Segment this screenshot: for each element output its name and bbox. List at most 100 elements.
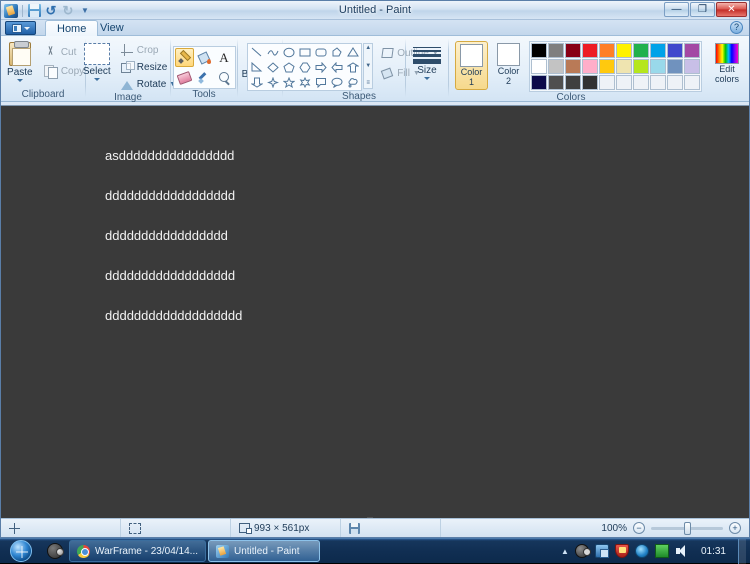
color-swatch-1-2[interactable]: [565, 59, 581, 74]
chevron-down-icon[interactable]: [94, 78, 100, 81]
color-swatch-1-7[interactable]: [650, 59, 666, 74]
shape-right-triangle-icon[interactable]: [249, 60, 264, 74]
tool-fill[interactable]: [195, 48, 214, 67]
rotate-button[interactable]: Rotate ▼: [119, 76, 178, 92]
tool-color-picker[interactable]: [195, 68, 214, 87]
maximize-button[interactable]: ❐: [690, 2, 715, 17]
tool-pencil[interactable]: [175, 48, 194, 67]
shape-hexagon-icon[interactable]: [297, 60, 312, 74]
color-1-button[interactable]: Color 1: [455, 41, 488, 90]
color-swatch-0-3[interactable]: [582, 43, 598, 58]
shape-six-point-star-icon[interactable]: [297, 75, 312, 89]
quick-access-toolbar[interactable]: ↺ ↻ ▼: [3, 2, 93, 19]
edit-colors-button[interactable]: Edit colors: [711, 41, 743, 86]
color-swatch-1-8[interactable]: [667, 59, 683, 74]
redo-icon[interactable]: ↻: [60, 3, 76, 19]
show-desktop-button[interactable]: [738, 539, 746, 564]
show-hidden-icons-caret-icon[interactable]: ▲: [561, 547, 569, 556]
color-swatch-0-4[interactable]: [599, 43, 615, 58]
taskbar-item-warframe[interactable]: WarFrame - 23/04/14...: [69, 540, 206, 562]
shape-up-arrow-icon[interactable]: [345, 60, 360, 74]
shape-pentagon-icon[interactable]: [281, 60, 296, 74]
shape-left-arrow-icon[interactable]: [329, 60, 344, 74]
color-swatch-0-2[interactable]: [565, 43, 581, 58]
shape-oval-icon[interactable]: [281, 45, 296, 59]
color-swatch-2-6[interactable]: [633, 75, 649, 90]
color-swatch-0-0[interactable]: [531, 43, 547, 58]
resize-button[interactable]: Resize: [119, 59, 178, 75]
undo-icon[interactable]: ↺: [43, 3, 59, 19]
tool-text[interactable]: A: [215, 48, 234, 67]
tool-eraser[interactable]: [175, 68, 194, 87]
shapes-scroll-down-icon[interactable]: ▼: [364, 63, 372, 70]
color-swatch-1-9[interactable]: [684, 59, 700, 74]
drawing-canvas[interactable]: asdddddddddddddddd dddddddddddddddddd dd…: [5, 108, 741, 506]
tab-view[interactable]: View: [89, 20, 135, 36]
color-swatch-2-3[interactable]: [582, 75, 598, 90]
customize-qat-icon[interactable]: ▼: [77, 3, 93, 19]
shape-down-arrow-icon[interactable]: [249, 75, 264, 89]
color-swatch-2-4[interactable]: [599, 75, 615, 90]
color-2-swatch[interactable]: [497, 43, 520, 66]
tools-grid[interactable]: A: [173, 46, 236, 89]
firefox-icon[interactable]: [635, 544, 649, 558]
shape-rectangle-icon[interactable]: [297, 45, 312, 59]
shape-four-point-star-icon[interactable]: [265, 75, 280, 89]
shapes-grid[interactable]: [247, 43, 362, 91]
color-swatch-0-6[interactable]: [633, 43, 649, 58]
color-swatch-1-5[interactable]: [616, 59, 632, 74]
color-swatch-2-0[interactable]: [531, 75, 547, 90]
quick-launch[interactable]: [41, 543, 69, 559]
shape-polygon-icon[interactable]: [329, 45, 344, 59]
crop-button[interactable]: Crop: [119, 42, 178, 58]
color-1-swatch[interactable]: [460, 44, 483, 67]
color-swatch-2-5[interactable]: [616, 75, 632, 90]
minimize-button[interactable]: —: [664, 2, 689, 17]
shape-diamond-icon[interactable]: [265, 60, 280, 74]
color-swatch-1-3[interactable]: [582, 59, 598, 74]
color-swatch-0-1[interactable]: [548, 43, 564, 58]
shape-oval-callout-icon[interactable]: [329, 75, 344, 89]
shape-triangle-icon[interactable]: [345, 45, 360, 59]
color-swatch-2-9[interactable]: [684, 75, 700, 90]
app-menu-button[interactable]: [5, 21, 36, 35]
shape-line-icon[interactable]: [249, 45, 264, 59]
color-swatch-0-7[interactable]: [650, 43, 666, 58]
color-swatch-2-8[interactable]: [667, 75, 683, 90]
steam-tray-icon[interactable]: [575, 544, 589, 558]
paint-logo-icon[interactable]: [3, 3, 19, 19]
color-swatch-2-1[interactable]: [548, 75, 564, 90]
color-swatch-1-6[interactable]: [633, 59, 649, 74]
close-button[interactable]: ✕: [716, 2, 747, 17]
taskbar-item-paint[interactable]: Untitled - Paint: [208, 540, 320, 562]
shape-curve-icon[interactable]: [265, 45, 280, 59]
color-swatch-0-5[interactable]: [616, 43, 632, 58]
zoom-slider-thumb[interactable]: [684, 522, 691, 535]
shape-rounded-rectangle-icon[interactable]: [313, 45, 328, 59]
volume-icon[interactable]: [675, 544, 689, 558]
system-tray[interactable]: ▲ 01:31: [561, 539, 750, 564]
green-status-icon[interactable]: [655, 544, 669, 558]
chevron-down-icon[interactable]: [424, 77, 430, 80]
shapes-scroll-up-icon[interactable]: ▲: [364, 45, 372, 52]
color-2-button[interactable]: Color 2: [493, 41, 524, 88]
color-palette[interactable]: [529, 41, 702, 92]
color-swatch-0-9[interactable]: [684, 43, 700, 58]
color-swatch-1-4[interactable]: [599, 59, 615, 74]
steam-icon[interactable]: [47, 543, 63, 559]
shapes-expand-icon[interactable]: ≡: [364, 80, 372, 87]
clock[interactable]: 01:31: [695, 546, 732, 557]
zoom-in-button[interactable]: +: [729, 522, 741, 534]
save-icon[interactable]: [26, 3, 42, 19]
zoom-out-button[interactable]: −: [633, 522, 645, 534]
tool-magnifier[interactable]: [215, 68, 234, 87]
shape-cloud-callout-icon[interactable]: [345, 75, 360, 89]
shapes-scrollbar[interactable]: ▲ ▼ ≡: [363, 43, 373, 89]
start-button[interactable]: [1, 539, 41, 563]
color-swatch-0-8[interactable]: [667, 43, 683, 58]
help-icon[interactable]: ?: [730, 21, 743, 34]
shape-five-point-star-icon[interactable]: [281, 75, 296, 89]
zoom-slider-track[interactable]: [651, 527, 723, 530]
color-swatch-1-0[interactable]: [531, 59, 547, 74]
canvas-area[interactable]: asdddddddddddddddd dddddddddddddddddd dd…: [1, 105, 749, 518]
